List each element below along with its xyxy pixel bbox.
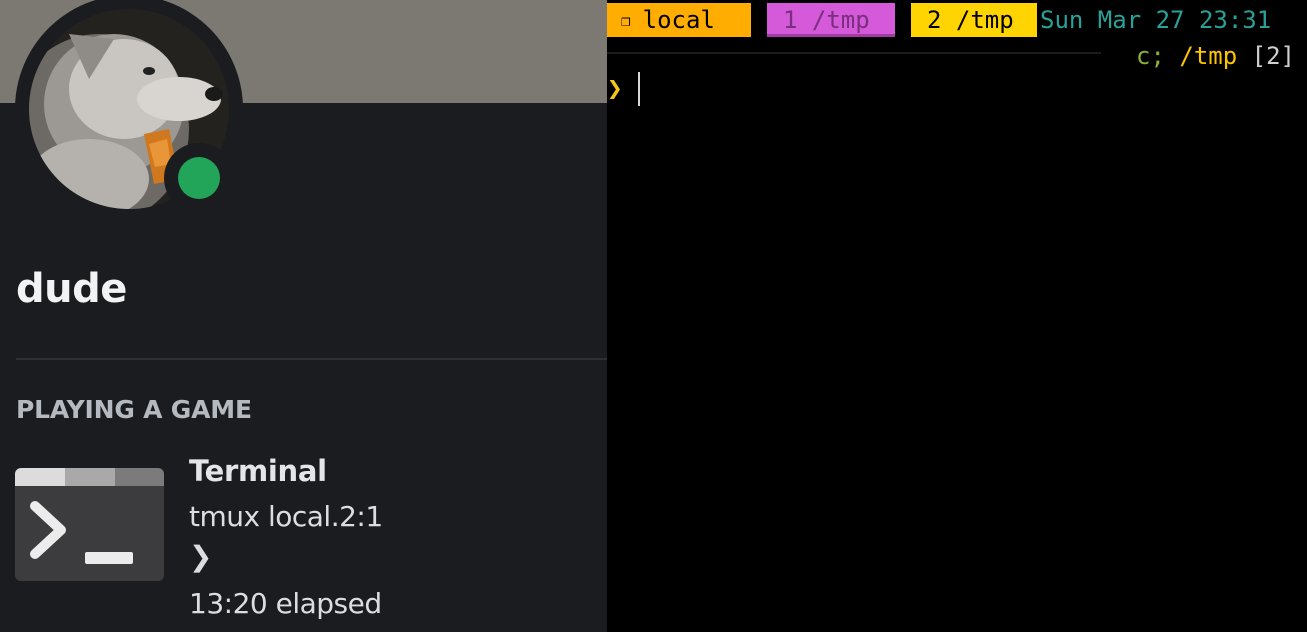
pane-border [607,52,1101,54]
game-elapsed-time: 13:20 elapsed [189,587,382,620]
tmux-window-tab-2[interactable]: 2 /tmp [911,3,1037,37]
pane-index: [2] [1251,42,1295,70]
divider [16,358,607,360]
tmux-window-tab-1[interactable]: 1 /tmp [767,3,895,37]
terminal-window[interactable]: ❐ local 1 /tmp 2 /tmp Sun Mar 27 23:31 c;… [607,0,1307,632]
status-clock: Sun Mar 27 23:31 [1040,6,1272,34]
activity-heading: PLAYING A GAME [16,395,252,424]
text-cursor[interactable] [638,72,640,106]
pane-path: /tmp [1179,42,1238,70]
session-icon: ❐ [621,11,631,30]
online-status-icon [178,157,220,199]
pane-command: c; [1136,42,1165,70]
session-label: local [642,6,715,34]
window-1-label: 1 /tmp [783,6,870,34]
username: dude [16,266,127,312]
game-name: Terminal [189,454,327,488]
game-details: tmux local.2:1 [189,500,383,533]
user-profile-card: dude PLAYING A GAME Terminal tmux local.… [0,0,607,632]
shell-prompt-icon: ❯ [607,74,623,104]
window-2-label: 2 /tmp [927,6,1014,34]
terminal-app-icon [15,468,164,581]
tmux-session-tab[interactable]: ❐ local [607,3,751,37]
pane-info: c; /tmp [2] [1136,40,1295,72]
game-state: ❯ [189,540,213,573]
